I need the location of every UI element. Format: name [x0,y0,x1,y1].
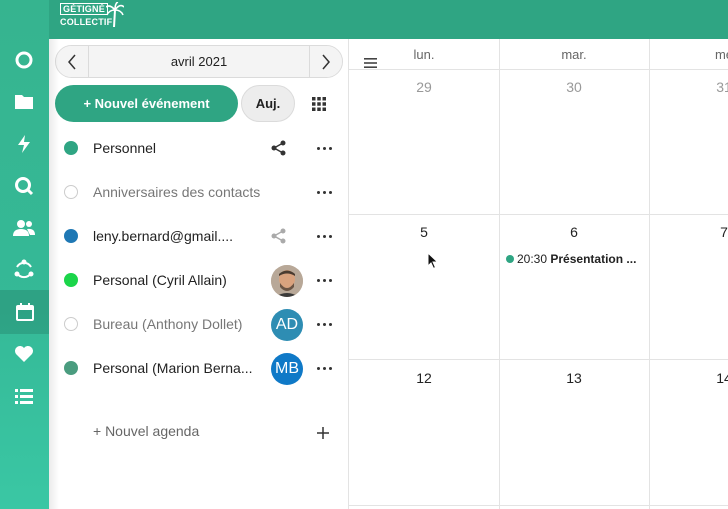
calendar-name: Personal (Marion Berna... [93,360,253,376]
day-number[interactable]: 6 [499,224,649,240]
circle-icon[interactable] [12,48,36,72]
logo-line2: COLLECTIF [60,17,113,27]
more-options-icon[interactable] [316,272,332,288]
calendar-item[interactable]: Personnel [49,126,348,170]
more-options-icon[interactable] [316,316,332,332]
list-icon[interactable] [12,384,36,408]
month-navigation: avril 2021 [55,45,343,78]
calendar-color-dot[interactable] [64,361,78,375]
day-number[interactable]: 13 [499,370,649,386]
day-number[interactable]: 30 [499,79,649,95]
chevron-right-icon [322,54,330,69]
calendar-color-dot[interactable] [64,229,78,243]
calendar-color-dot[interactable] [64,185,78,199]
grid-line [649,39,650,509]
grid-line [349,359,728,360]
calendar-name: leny.bernard@gmail.... [93,228,234,244]
more-options-icon[interactable] [316,228,332,244]
calendar-name: Bureau (Anthony Dollet) [93,316,243,332]
event-title: Présentation ... [550,252,637,266]
avatar[interactable] [271,265,303,297]
calendar-name: Personal (Cyril Allain) [93,272,227,288]
search-icon[interactable] [12,174,36,198]
grid-line [499,39,500,509]
heart-icon[interactable] [12,342,36,366]
grid-line [349,505,728,506]
contacts-icon[interactable] [12,216,36,240]
mouse-pointer-icon [427,252,439,270]
share-icon[interactable] [271,228,287,244]
calendar-item[interactable]: Anniversaires des contacts [49,170,348,214]
next-month-button[interactable] [309,46,342,77]
calendar-item[interactable]: Bureau (Anthony Dollet) AD [49,302,348,346]
view-switcher-grid-icon[interactable] [311,96,327,112]
calendar-name: Personnel [93,140,157,156]
calendar-color-dot[interactable] [64,273,78,287]
day-number[interactable]: 31 [649,79,728,95]
folder-icon[interactable] [12,90,36,114]
more-options-icon[interactable] [316,360,332,376]
today-button[interactable]: Auj. [241,85,295,122]
calendar-name: Anniversaires des contacts [93,184,261,200]
more-options-icon[interactable] [316,140,332,156]
logo-line1: GÉTIGNÉ [60,3,108,15]
calendar-item[interactable]: leny.bernard@gmail.... [49,214,348,258]
calendar-color-dot[interactable] [64,141,78,155]
day-number[interactable]: 29 [349,79,499,95]
calendar-sidebar: avril 2021 + Nouvel événement Auj. Perso… [49,39,348,509]
weekday-header: mar. [561,47,587,62]
top-header-bar: GÉTIGNÉ COLLECTIF [0,0,728,39]
app-navigation-rail [0,0,49,509]
previous-month-button[interactable] [56,46,89,77]
new-event-button[interactable]: + Nouvel événement [55,85,238,122]
chevron-left-icon [68,54,76,69]
avatar[interactable]: MB [271,353,303,385]
avatar[interactable]: AD [271,309,303,341]
weekday-header: lun. [413,47,435,62]
calendar-event[interactable]: 20:30 Présentation ... [506,252,646,266]
plus-icon[interactable] [316,426,330,440]
grid-line [349,214,728,215]
event-color-dot [506,255,514,263]
more-options-icon[interactable] [316,184,332,200]
weekday-header: me [714,47,728,62]
event-time: 20:30 [517,252,548,266]
calendar-icon[interactable] [0,290,49,334]
month-picker[interactable]: avril 2021 [89,46,309,77]
calendar-color-dot[interactable] [64,317,78,331]
share-icon[interactable] [271,140,287,156]
palm-tree-icon [106,2,124,28]
bolt-icon[interactable] [12,132,36,156]
grid-line [349,69,728,70]
month-calendar-grid: lun. mar. me 29 30 31 5 6 7 12 13 14 20:… [348,39,728,509]
day-number[interactable]: 5 [349,224,499,240]
day-number[interactable]: 7 [649,224,728,240]
circles-icon[interactable] [12,258,36,282]
day-number[interactable]: 12 [349,370,499,386]
day-number[interactable]: 14 [649,370,728,386]
calendar-item[interactable]: Personal (Marion Berna... MB [49,346,348,390]
new-agenda-button[interactable]: + Nouvel agenda [93,423,199,439]
calendar-item[interactable]: Personal (Cyril Allain) [49,258,348,302]
